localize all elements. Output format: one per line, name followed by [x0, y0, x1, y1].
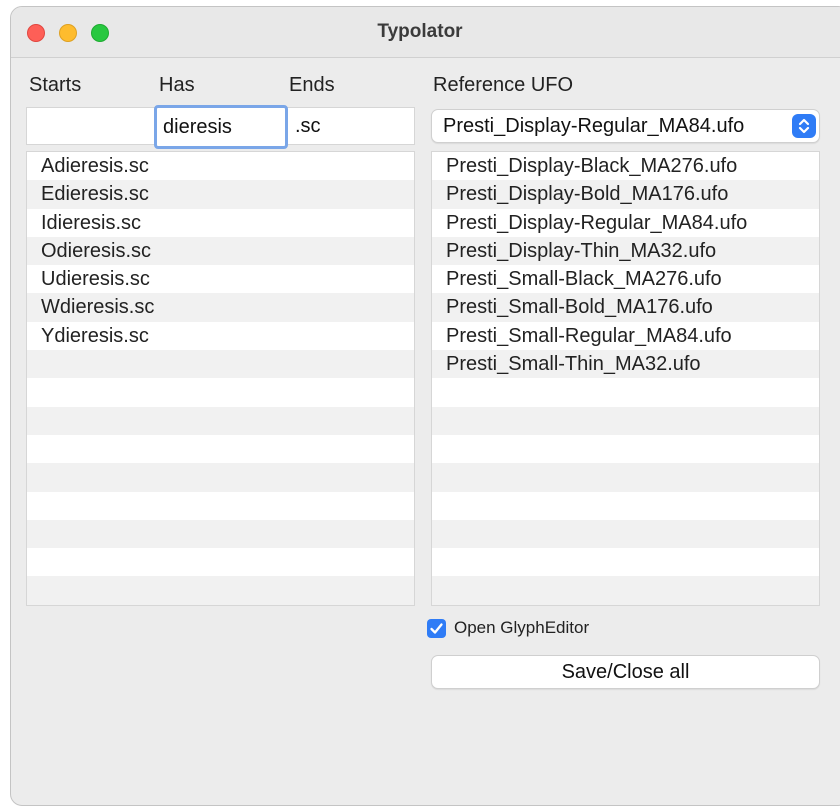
glyph-list[interactable]: Adieresis.sc Edieresis.sc Idieresis.sc Odie… — [26, 151, 415, 606]
ufo-list-item[interactable]: Presti_Small-Black_MA276.ufo — [432, 265, 819, 294]
glyph-list-item[interactable]: Udieresis.sc — [27, 265, 414, 294]
glyph-list-item[interactable] — [27, 491, 414, 520]
glyph-list-item[interactable] — [27, 604, 414, 605]
glyph-list-item[interactable] — [27, 519, 414, 549]
ufo-list-item[interactable] — [432, 463, 819, 492]
ufo-list[interactable]: Presti_Display-Black_MA276.ufo Presti_Dis… — [431, 151, 820, 606]
typolator-window: Typolator Starts Has Ends Reference UFO … — [10, 6, 840, 806]
ends-input[interactable] — [289, 108, 414, 144]
starts-label: Starts — [29, 74, 82, 96]
glyph-list-item[interactable]: Idieresis.sc — [27, 208, 414, 237]
glyph-list-item[interactable] — [27, 434, 414, 464]
filter-fields — [26, 105, 415, 149]
has-input[interactable] — [154, 105, 288, 149]
reference-ufo-popup[interactable]: Presti_Display-Regular_MA84.ufo — [431, 109, 820, 143]
glyph-list-item[interactable]: Ydieresis.sc — [27, 321, 414, 351]
glyph-list-item[interactable] — [27, 406, 414, 435]
ufo-list-item[interactable]: Presti_Display-Bold_MA176.ufo — [432, 180, 819, 209]
ufo-list-item[interactable] — [432, 491, 819, 520]
ufo-list-item[interactable]: Presti_Small-Thin_MA32.ufo — [432, 350, 819, 379]
glyph-list-item[interactable]: Adieresis.sc — [27, 152, 414, 181]
ufo-list-item[interactable] — [432, 548, 819, 577]
ufo-list-item[interactable] — [432, 406, 819, 435]
title-bar[interactable]: Typolator — [11, 7, 840, 58]
starts-input[interactable] — [27, 108, 155, 144]
glyph-list-item[interactable] — [27, 350, 414, 379]
ufo-list-item[interactable]: Presti_Display-Regular_MA84.ufo — [432, 208, 819, 237]
ufo-list-item[interactable]: Presti_Display-Thin_MA32.ufo — [432, 236, 819, 266]
glyph-list-item[interactable] — [27, 463, 414, 492]
checkmark-icon — [430, 623, 443, 634]
open-glyph-editor-label: Open GlyphEditor — [454, 618, 590, 637]
ufo-list-item[interactable]: Presti_Small-Regular_MA84.ufo — [432, 321, 819, 351]
glyph-list-item[interactable]: Wdieresis.sc — [27, 293, 414, 322]
ufo-list-item[interactable] — [432, 519, 819, 549]
glyph-list-item[interactable]: Odieresis.sc — [27, 236, 414, 266]
glyph-list-item[interactable] — [27, 576, 414, 605]
reference-ufo-selected: Presti_Display-Regular_MA84.ufo — [443, 115, 745, 137]
ufo-list-item[interactable] — [432, 434, 819, 464]
ufo-list-item[interactable]: Presti_Small-Bold_MA176.ufo — [432, 293, 819, 322]
popup-arrows-icon — [792, 114, 816, 138]
window-title: Typolator — [377, 21, 463, 42]
reference-ufo-label: Reference UFO — [433, 74, 574, 96]
ufo-list-item[interactable] — [432, 378, 819, 407]
glyph-list-item[interactable] — [27, 548, 414, 577]
save-close-all-button[interactable]: Save/Close all — [431, 655, 820, 689]
glyph-list-item[interactable] — [27, 378, 414, 407]
ufo-list-item[interactable] — [432, 576, 819, 605]
has-label: Has — [159, 74, 195, 96]
glyph-list-item[interactable]: Edieresis.sc — [27, 180, 414, 209]
ufo-list-item[interactable] — [432, 604, 819, 605]
ends-label: Ends — [289, 74, 335, 96]
open-glyph-editor-checkbox[interactable] — [427, 619, 446, 638]
ufo-list-item[interactable]: Presti_Display-Black_MA276.ufo — [432, 152, 819, 181]
